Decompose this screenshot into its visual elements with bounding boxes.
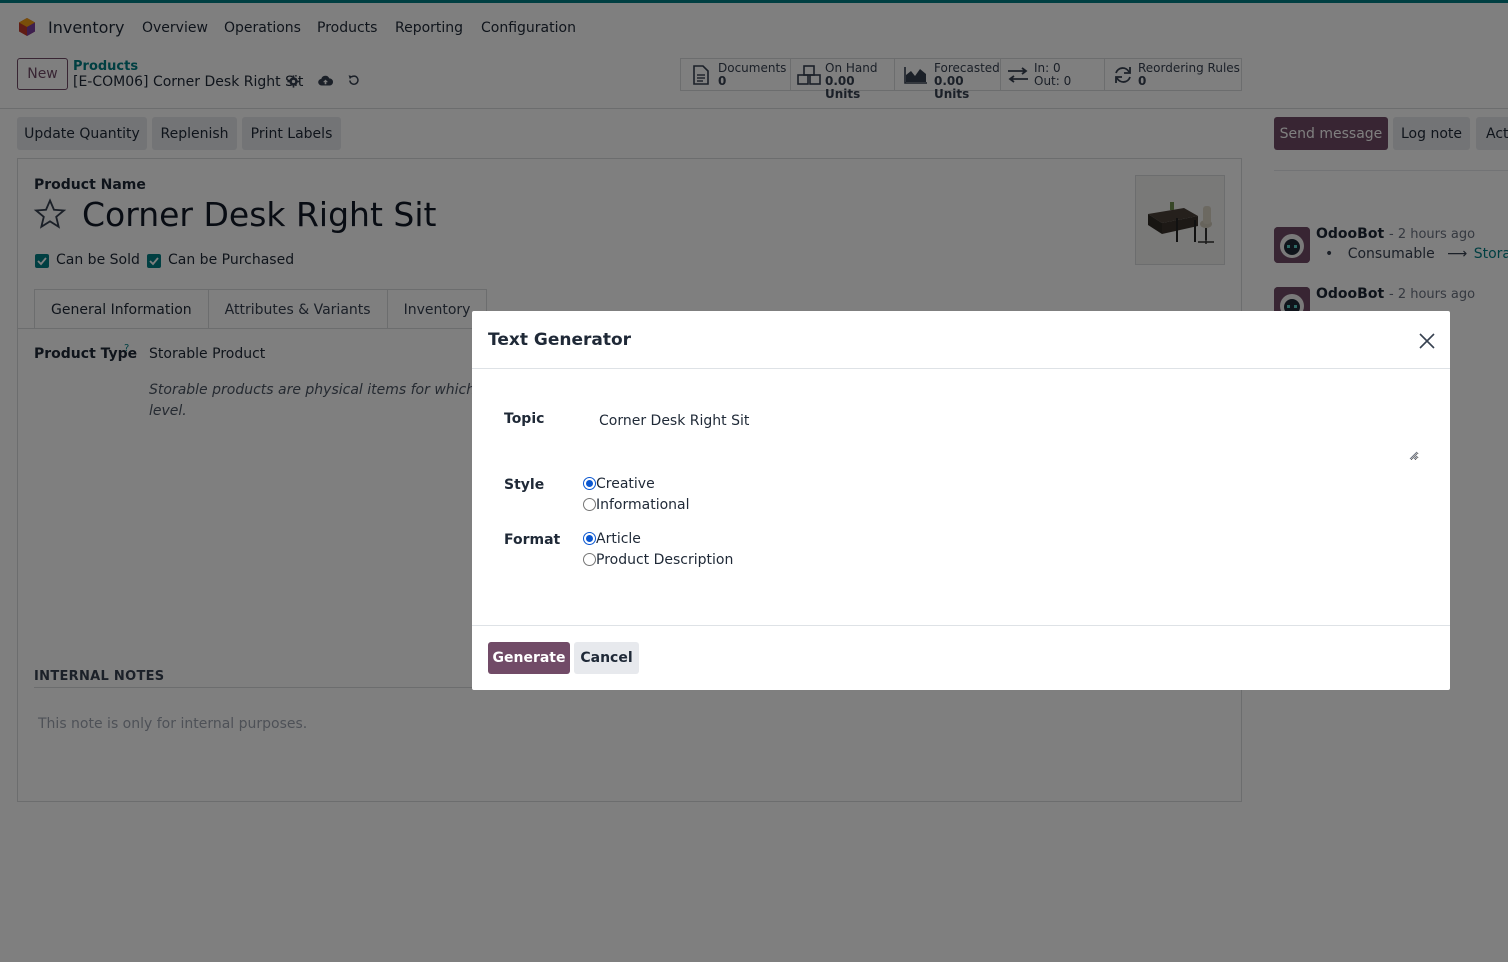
close-icon[interactable] [1417, 331, 1437, 351]
cancel-button[interactable]: Cancel [574, 642, 639, 674]
text-generator-dialog: Text Generator Topic Style Creative Info… [472, 311, 1450, 690]
style-creative-radio[interactable] [583, 477, 596, 490]
dialog-footer-divider [472, 625, 1450, 626]
style-creative-label[interactable]: Creative [596, 476, 655, 492]
style-informational-label[interactable]: Informational [596, 497, 690, 513]
format-product-description-label[interactable]: Product Description [596, 552, 733, 568]
format-label: Format [504, 532, 561, 548]
format-article-radio[interactable] [583, 532, 596, 545]
topic-label: Topic [504, 411, 545, 427]
format-product-description-radio[interactable] [583, 553, 596, 566]
style-label: Style [504, 477, 545, 493]
dialog-title: Text Generator [488, 330, 632, 350]
format-article-label[interactable]: Article [596, 531, 641, 547]
generate-button[interactable]: Generate [488, 642, 570, 674]
topic-textarea[interactable] [583, 402, 1419, 461]
resize-handle-icon[interactable] [1409, 451, 1418, 460]
dialog-header-divider [472, 368, 1450, 369]
style-informational-radio[interactable] [583, 498, 596, 511]
